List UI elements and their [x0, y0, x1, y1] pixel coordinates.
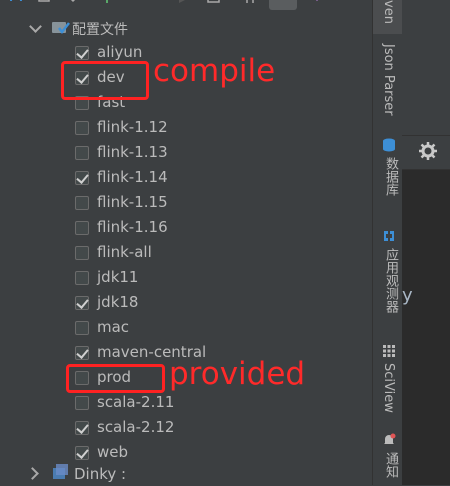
profile-item[interactable]: scala-2.12 [0, 416, 372, 441]
profile-item[interactable]: jdk18 [0, 291, 372, 316]
profile-label: flink-all [97, 243, 152, 261]
compile-highlight-box [61, 61, 149, 100]
maven-module-icon [53, 464, 68, 479]
maven-toolbar [0, 0, 372, 17]
profile-checkbox[interactable] [75, 321, 89, 335]
profile-checkbox[interactable] [75, 446, 89, 460]
sciview-tab-label: SciView [381, 363, 396, 413]
profile-checkbox[interactable] [75, 346, 89, 360]
profile-label: web [97, 443, 129, 461]
profiles-folder-icon [52, 22, 70, 35]
generate-sources-icon[interactable] [38, 0, 52, 7]
editor-header [402, 0, 450, 135]
profile-item[interactable]: flink-all [0, 241, 372, 266]
profile-item[interactable]: jdk11 [0, 266, 372, 291]
collapse-icon[interactable] [310, 0, 324, 7]
profile-checkbox[interactable] [75, 196, 89, 210]
maven-tab[interactable]: ven [373, 0, 403, 34]
notifications-tab[interactable]: 通知 [373, 430, 403, 485]
refresh-icon[interactable] [9, 0, 23, 7]
provided-highlight-box [66, 364, 165, 393]
sciview-icon [383, 345, 395, 357]
maven-tab-label: ven [381, 0, 396, 24]
run-icon[interactable] [176, 0, 190, 7]
settings-bar [402, 135, 450, 170]
profile-item[interactable]: flink-1.12 [0, 116, 372, 141]
profile-item[interactable]: flink-1.16 [0, 216, 372, 241]
database-tab-label: 数据库 [383, 157, 398, 196]
toggle-offline-icon[interactable] [243, 0, 257, 7]
profile-item[interactable]: flink-1.15 [0, 191, 372, 216]
provided-annotation: provided [169, 356, 306, 392]
editor-fragment: y [402, 0, 450, 485]
database-icon [383, 138, 395, 152]
profile-label: aliyun [97, 43, 143, 61]
profile-checkbox[interactable] [75, 296, 89, 310]
compile-annotation: compile [153, 53, 276, 89]
profile-label: flink-1.16 [97, 218, 168, 236]
json-parser-tab[interactable]: Json Parser [373, 42, 403, 122]
profile-checkbox[interactable] [75, 221, 89, 235]
profile-checkbox[interactable] [75, 396, 89, 410]
sciview-tab[interactable]: SciView [373, 340, 403, 420]
execute-goal-icon[interactable] [207, 0, 221, 7]
profile-label: jdk18 [97, 293, 139, 311]
chevron-right-icon[interactable] [26, 467, 39, 480]
skip-tests-toggle[interactable] [269, 0, 297, 10]
profile-item[interactable]: fast [0, 91, 372, 116]
profile-label: flink-1.15 [97, 193, 168, 211]
observer-tab[interactable]: 应用观测器 [373, 225, 403, 325]
add-icon[interactable] [100, 0, 114, 7]
tool-window-sidebar: ven Json Parser 数据库 应用观测器 SciView 通知 [372, 0, 403, 485]
profile-checkbox[interactable] [75, 271, 89, 285]
editor-text-fragment: y [402, 285, 413, 306]
bell-icon [384, 433, 396, 444]
gear-icon[interactable] [419, 142, 437, 160]
profile-label: flink-1.14 [97, 168, 168, 186]
profiles-header-label: 配置文件 [72, 22, 128, 38]
dinky-node[interactable]: Dinky : [0, 461, 372, 486]
chevron-down-icon[interactable] [29, 20, 42, 33]
profile-item[interactable]: flink-1.14 [0, 166, 372, 191]
profile-label: mac [97, 318, 130, 336]
profile-item[interactable]: scala-2.11 [0, 391, 372, 416]
profile-checkbox[interactable] [75, 46, 89, 60]
profile-label: scala-2.12 [97, 418, 175, 436]
profiles-node[interactable]: 配置文件 [0, 16, 372, 41]
observer-tab-label: 应用观测器 [383, 248, 398, 313]
profile-item[interactable]: mac [0, 316, 372, 341]
profile-checkbox[interactable] [75, 146, 89, 160]
profile-checkbox[interactable] [75, 421, 89, 435]
notifications-tab-label: 通知 [383, 452, 398, 478]
profile-label: scala-2.11 [97, 393, 175, 411]
profile-label: jdk11 [97, 268, 139, 286]
profile-checkbox[interactable] [75, 171, 89, 185]
database-tab[interactable]: 数据库 [373, 135, 403, 205]
profile-item[interactable]: flink-1.13 [0, 141, 372, 166]
download-icon[interactable] [66, 0, 80, 7]
profile-label: flink-1.13 [97, 143, 168, 161]
profile-label: flink-1.12 [97, 118, 168, 136]
dinky-label: Dinky : [74, 465, 127, 483]
profile-checkbox[interactable] [75, 246, 89, 260]
json-parser-tab-label: Json Parser [381, 44, 396, 116]
profile-checkbox[interactable] [75, 121, 89, 135]
observer-icon [384, 231, 394, 241]
